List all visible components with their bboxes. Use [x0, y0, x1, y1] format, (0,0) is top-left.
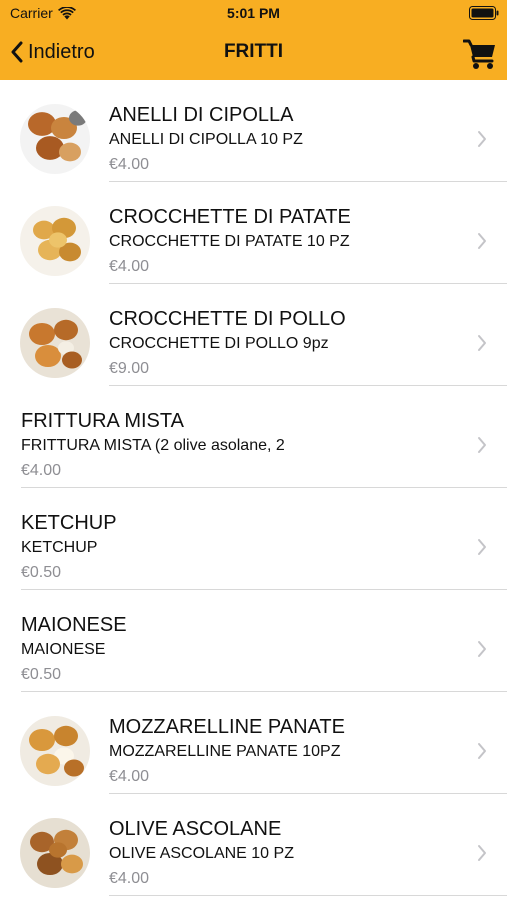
product-name: OLIVE ASCOLANE — [109, 818, 282, 840]
product-info: CROCCHETTE DI PATATE CROCCHETTE DI PATATE… — [109, 204, 457, 280]
product-price: €4.00 — [109, 258, 150, 275]
chevron-right-icon — [478, 743, 486, 759]
product-row[interactable]: KETCHUP KETCHUP €0.50 — [0, 488, 507, 590]
product-row[interactable]: MAIONESE MAIONESE €0.50 — [0, 590, 507, 692]
product-thumbnail — [20, 206, 90, 276]
product-price: €9.00 — [109, 360, 150, 377]
product-description: MAIONESE — [21, 641, 106, 658]
battery-icon — [469, 6, 499, 20]
product-description: CROCCHETTE DI PATATE 10 PZ — [109, 233, 350, 250]
status-bar: Carrier 5:01 PM — [0, 0, 507, 28]
product-name: CROCCHETTE DI POLLO — [109, 308, 346, 330]
chevron-right-icon — [478, 539, 486, 555]
row-divider — [109, 895, 507, 896]
product-name: MOZZARELLINE PANATE — [109, 716, 345, 738]
product-row[interactable]: FRITTURA MISTA FRITTURA MISTA (2 olive as… — [0, 386, 507, 488]
product-info: MAIONESE MAIONESE €0.50 — [21, 612, 457, 688]
product-price: €0.50 — [21, 666, 62, 683]
product-info: MOZZARELLINE PANATE MOZZARELLINE PANATE 1… — [109, 714, 457, 790]
back-label: Indietro — [28, 40, 95, 63]
chevron-right-icon — [478, 437, 486, 453]
product-description: ANELLI DI CIPOLLA 10 PZ — [109, 131, 303, 148]
back-button[interactable]: Indietro — [10, 38, 95, 66]
product-description: KETCHUP — [21, 539, 98, 556]
product-row[interactable]: CROCCHETTE DI POLLO CROCCHETTE DI POLLO 9… — [0, 284, 507, 386]
product-price: €4.00 — [21, 462, 62, 479]
product-row[interactable]: MOZZARELLINE PANATE MOZZARELLINE PANATE 1… — [0, 692, 507, 794]
product-thumbnail — [20, 716, 90, 786]
product-thumbnail — [20, 308, 90, 378]
product-row[interactable]: OLIVE ASCOLANE OLIVE ASCOLANE 10 PZ €4.00 — [0, 794, 507, 896]
product-price: €4.00 — [109, 768, 150, 785]
product-description: OLIVE ASCOLANE 10 PZ — [109, 845, 294, 862]
product-info: ANELLI DI CIPOLLA ANELLI DI CIPOLLA 10 PZ… — [109, 102, 457, 178]
product-price: €4.00 — [109, 156, 150, 173]
product-thumbnail — [20, 104, 90, 174]
cart-icon[interactable] — [463, 38, 497, 70]
chevron-left-icon — [11, 41, 23, 63]
product-info: CROCCHETTE DI POLLO CROCCHETTE DI POLLO 9… — [109, 306, 457, 382]
product-description: MOZZARELLINE PANATE 10PZ — [109, 743, 341, 760]
product-list: ANELLI DI CIPOLLA ANELLI DI CIPOLLA 10 PZ… — [0, 80, 507, 896]
product-price: €4.00 — [109, 870, 150, 887]
product-row[interactable]: ANELLI DI CIPOLLA ANELLI DI CIPOLLA 10 PZ… — [0, 80, 507, 182]
chevron-right-icon — [478, 845, 486, 861]
navigation-bar: Indietro FRITTI — [0, 28, 507, 80]
product-name: MAIONESE — [21, 614, 127, 636]
product-description: CROCCHETTE DI POLLO 9pz — [109, 335, 329, 352]
product-name: KETCHUP — [21, 512, 117, 534]
product-info: KETCHUP KETCHUP €0.50 — [21, 510, 457, 586]
product-description: FRITTURA MISTA (2 olive asolane, 2 — [21, 437, 285, 454]
product-row[interactable]: CROCCHETTE DI PATATE CROCCHETTE DI PATATE… — [0, 182, 507, 284]
product-info: OLIVE ASCOLANE OLIVE ASCOLANE 10 PZ €4.00 — [109, 816, 457, 892]
product-name: FRITTURA MISTA — [21, 410, 184, 432]
chevron-right-icon — [478, 641, 486, 657]
product-name: ANELLI DI CIPOLLA — [109, 104, 294, 126]
chevron-right-icon — [478, 233, 486, 249]
product-name: CROCCHETTE DI PATATE — [109, 206, 351, 228]
clock: 5:01 PM — [227, 5, 280, 21]
chevron-right-icon — [478, 335, 486, 351]
product-info: FRITTURA MISTA FRITTURA MISTA (2 olive as… — [21, 408, 457, 484]
product-price: €0.50 — [21, 564, 62, 581]
product-thumbnail — [20, 818, 90, 888]
chevron-right-icon — [478, 131, 486, 147]
header: Carrier 5:01 PM Indietro FRITTI — [0, 0, 507, 80]
